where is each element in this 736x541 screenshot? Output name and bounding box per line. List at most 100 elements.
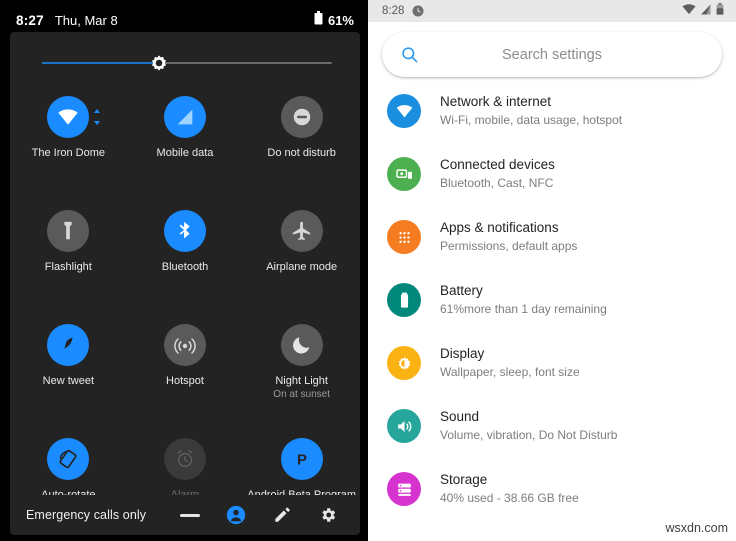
- bluetooth-icon: [163, 210, 206, 252]
- settings-item-subtitle: Wi-Fi, mobile, data usage, hotspot: [440, 113, 623, 127]
- settings-item-title: Battery: [440, 283, 483, 298]
- settings-item-title: Network & internet: [440, 94, 552, 109]
- gear-icon[interactable]: [318, 505, 338, 525]
- qs-tile-label: New tweet: [42, 375, 94, 387]
- search-icon: [400, 45, 419, 64]
- apps-grid-icon: [387, 220, 421, 254]
- carrier-status-text: Emergency calls only: [26, 508, 147, 522]
- beta-p-icon: P: [280, 438, 323, 480]
- tile-icon-wrap: [47, 210, 90, 252]
- wifi-icon: [47, 96, 90, 138]
- qs-tile-sublabel: On at sunset: [273, 389, 330, 400]
- settings-item-text: Apps & notifications Permissions, defaul…: [440, 218, 577, 255]
- settings-item-apps-notifications[interactable]: Apps & notifications Permissions, defaul…: [368, 218, 736, 281]
- drag-handle-icon[interactable]: [180, 505, 200, 525]
- search-settings-bar[interactable]: Search settings: [382, 32, 722, 77]
- settings-items-list: Network & internet Wi-Fi, mobile, data u…: [368, 92, 736, 533]
- battery-icon: [387, 283, 421, 317]
- edit-pencil-icon[interactable]: [272, 505, 292, 525]
- battery-icon: [314, 10, 323, 30]
- tile-icon-wrap: P: [280, 438, 323, 480]
- settings-status-right: [682, 2, 724, 20]
- tile-icon-wrap: [163, 210, 206, 252]
- watermark: wsxdn.com: [665, 521, 728, 535]
- signal-cellular-icon: [163, 96, 206, 138]
- brightness-fill: [42, 62, 160, 64]
- screenshot-root: 8:27 Thu, Mar 8 61% The Iron Dome Mobile…: [0, 0, 736, 541]
- qs-tile-bluetooth[interactable]: Bluetooth: [127, 204, 244, 318]
- settings-clock: 8:28: [382, 5, 405, 17]
- settings-item-subtitle: Volume, vibration, Do Not Disturb: [440, 428, 618, 442]
- alarm-clock-icon: [412, 5, 424, 17]
- settings-item-title: Apps & notifications: [440, 220, 559, 235]
- volume-icon: [387, 409, 421, 443]
- qs-tile-label: Mobile data: [156, 147, 214, 159]
- tile-icon-wrap: [280, 324, 323, 366]
- wifi-icon: [682, 2, 696, 20]
- settings-item-connected-devices[interactable]: Connected devices Bluetooth, Cast, NFC: [368, 155, 736, 218]
- qs-tile-label: The Iron Dome: [31, 147, 106, 159]
- search-bar-surface[interactable]: Search settings: [382, 32, 722, 77]
- qs-panel: The Iron Dome Mobile data Do not disturb…: [10, 32, 360, 520]
- tile-icon-wrap: [47, 324, 90, 366]
- qs-tile-night-light[interactable]: Night Light On at sunset: [243, 318, 360, 432]
- svg-text:P: P: [297, 452, 307, 469]
- qs-tile-label: Flashlight: [44, 261, 92, 273]
- tile-icon-wrap: [163, 96, 206, 138]
- qs-tile-new-tweet[interactable]: New tweet: [10, 318, 127, 432]
- tile-icon-wrap: [47, 96, 101, 138]
- qs-tile-airplane-mode[interactable]: Airplane mode: [243, 204, 360, 318]
- qs-tile-label: Do not disturb: [267, 147, 336, 159]
- twitter-feather-icon: [47, 324, 90, 366]
- flashlight-icon: [47, 210, 90, 252]
- moon-icon: [280, 324, 323, 366]
- settings-item-title: Connected devices: [440, 157, 555, 172]
- settings-app: 8:28 Search settings Network & internet …: [368, 0, 736, 541]
- qs-battery-percent: 61%: [327, 12, 354, 28]
- qs-tile-label: Night Light: [275, 375, 328, 387]
- data-transfer-arrows-icon: [93, 109, 101, 125]
- tile-icon-wrap: [163, 438, 206, 480]
- qs-footer-icons: [180, 505, 338, 525]
- settings-item-text: Storage 40% used - 38.66 GB free: [440, 470, 579, 507]
- qs-tile-hotspot[interactable]: Hotspot: [127, 318, 244, 432]
- do-not-disturb-icon: [280, 96, 323, 138]
- qs-tile-mobile-data[interactable]: Mobile data: [127, 90, 244, 204]
- qs-tile-do-not-disturb[interactable]: Do not disturb: [243, 90, 360, 204]
- settings-status-bar: 8:28: [368, 0, 736, 22]
- qs-tile-label: Airplane mode: [266, 261, 338, 273]
- signal-cellular-icon: [700, 2, 712, 20]
- settings-item-display[interactable]: Display Wallpaper, sleep, font size: [368, 344, 736, 407]
- qs-footer: Emergency calls only: [10, 495, 360, 535]
- settings-item-text: Connected devices Bluetooth, Cast, NFC: [440, 155, 555, 192]
- qs-status-left: 8:27 Thu, Mar 8: [16, 13, 118, 28]
- qs-tile-wifi[interactable]: The Iron Dome: [10, 90, 127, 204]
- brightness-slider[interactable]: [10, 32, 360, 94]
- brightness-icon[interactable]: [148, 52, 170, 74]
- qs-clock: 8:27: [16, 12, 44, 28]
- settings-item-text: Sound Volume, vibration, Do Not Disturb: [440, 407, 617, 444]
- settings-item-network-internet[interactable]: Network & internet Wi-Fi, mobile, data u…: [368, 92, 736, 155]
- airplane-icon: [280, 210, 323, 252]
- tile-icon-wrap: [47, 438, 90, 480]
- qs-date: Thu, Mar 8: [54, 12, 118, 28]
- settings-item-subtitle: Permissions, default apps: [440, 239, 578, 253]
- settings-item-battery[interactable]: Battery 61%more than 1 day remaining: [368, 281, 736, 344]
- qs-tile-flashlight[interactable]: Flashlight: [10, 204, 127, 318]
- connected-devices-icon: [387, 157, 421, 191]
- settings-item-subtitle: 61%more than 1 day remaining: [440, 302, 607, 316]
- settings-item-title: Sound: [440, 409, 480, 424]
- brightness-track[interactable]: [42, 62, 332, 64]
- settings-item-subtitle: Wallpaper, sleep, font size: [440, 365, 580, 379]
- search-input[interactable]: Search settings: [382, 47, 722, 63]
- battery-icon: [716, 2, 724, 20]
- settings-item-text: Network & internet Wi-Fi, mobile, data u…: [440, 92, 622, 129]
- storage-icon: [387, 472, 421, 506]
- settings-item-sound[interactable]: Sound Volume, vibration, Do Not Disturb: [368, 407, 736, 470]
- settings-item-subtitle: 40% used - 38.66 GB free: [440, 491, 579, 505]
- qs-status-right: 61%: [314, 10, 354, 30]
- user-account-icon[interactable]: [226, 505, 246, 525]
- alarm-clock-icon: [163, 438, 206, 480]
- settings-item-title: Storage: [440, 472, 488, 487]
- qs-tile-label: Bluetooth: [161, 261, 209, 273]
